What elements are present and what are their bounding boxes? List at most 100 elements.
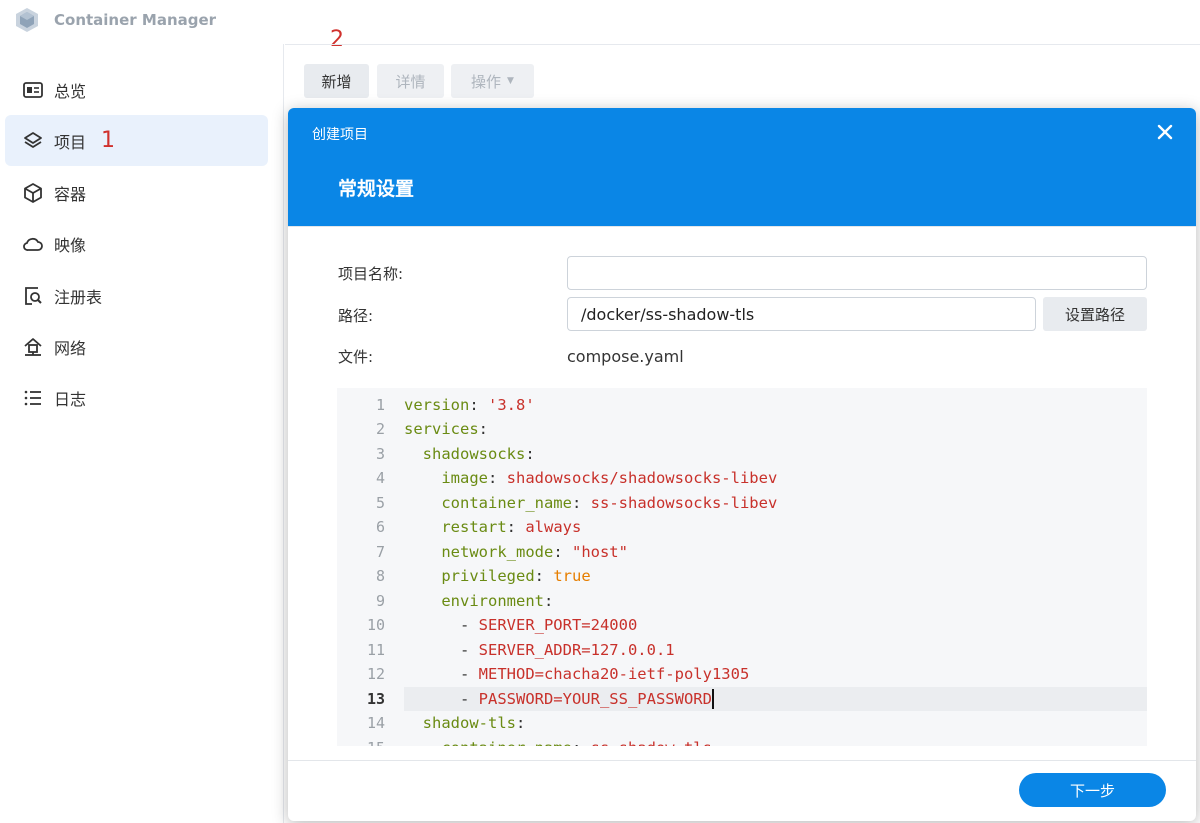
details-button[interactable]: 详情 — [377, 64, 444, 98]
create-project-dialog: 创建项目 常规设置 项目名称: 路径: /docker/ss-shadow-tl… — [288, 108, 1196, 821]
code-line[interactable]: 8 privileged: true — [337, 564, 1147, 589]
code-token: always — [525, 518, 582, 537]
code-token: : — [488, 469, 507, 488]
code-text: shadowsocks: — [404, 442, 1147, 467]
code-line[interactable]: 7 network_mode: "host" — [337, 540, 1147, 565]
sidebar-item-logs[interactable]: 日志 — [5, 372, 268, 423]
line-number: 4 — [375, 469, 385, 488]
line-number: 7 — [375, 542, 385, 561]
code-line[interactable]: 15 container_name: ss-shadow-tls — [337, 736, 1147, 746]
line-number: 11 — [366, 640, 385, 659]
sidebar-item-containers[interactable]: 容器 — [5, 167, 268, 218]
next-button[interactable]: 下一步 — [1019, 773, 1166, 807]
project-name-input[interactable] — [567, 256, 1147, 290]
toolbar-divider — [285, 44, 1200, 45]
actions-dropdown[interactable]: 操作 ▼ — [451, 64, 534, 98]
dialog-title: 创建项目 — [312, 127, 368, 143]
code-text: environment: — [404, 589, 1147, 614]
line-number: 2 — [375, 420, 385, 439]
code-token: privileged — [441, 567, 535, 586]
code-token: restart — [441, 518, 507, 537]
sidebar-item-overview[interactable]: 总览 — [5, 64, 268, 115]
container-manager-logo-icon — [16, 8, 38, 32]
code-token: SERVER_ADDR=127.0.0.1 — [478, 640, 675, 659]
code-text: network_mode: "host" — [404, 540, 1147, 565]
divider — [288, 760, 1196, 761]
project-name-label: 项目名称: — [338, 265, 404, 283]
code-token: - — [404, 665, 479, 684]
sidebar-item-label: 注册表 — [54, 287, 103, 307]
code-token: container_name — [441, 739, 572, 746]
code-line[interactable]: 5 container_name: ss-shadowsocks-libev — [337, 491, 1147, 516]
code-line[interactable]: 10 - SERVER_PORT=24000 — [337, 613, 1147, 638]
sidebar-item-label: 项目 — [54, 132, 87, 152]
sidebar-item-label: 容器 — [54, 184, 87, 204]
path-input[interactable]: /docker/ss-shadow-tls — [567, 297, 1036, 331]
set-path-button[interactable]: 设置路径 — [1043, 297, 1147, 331]
code-editor[interactable]: 15 container_name: ss-shadow-tls14 shado… — [337, 388, 1147, 746]
code-token: - — [404, 689, 479, 708]
code-line[interactable]: 1 version: '3.8' — [337, 393, 1147, 418]
code-line[interactable]: 12 - METHOD=chacha20-ietf-poly1305 — [337, 662, 1147, 687]
actions-label: 操作 — [471, 72, 502, 91]
code-token: : — [572, 739, 591, 746]
close-icon[interactable] — [1154, 121, 1176, 143]
line-number: 3 — [375, 444, 385, 463]
file-label: 文件: — [338, 348, 374, 366]
code-text: shadow-tls: — [404, 711, 1147, 736]
code-line[interactable]: 14 shadow-tls: — [337, 711, 1147, 736]
text-cursor — [711, 688, 714, 709]
code-text: restart: always — [404, 515, 1147, 540]
code-token: container_name — [441, 493, 572, 512]
list-icon — [22, 387, 44, 409]
code-token: image — [441, 469, 488, 488]
sidebar-item-images[interactable]: 映像 — [5, 218, 268, 269]
code-line[interactable]: 13 - PASSWORD=YOUR_SS_PASSWORD — [337, 686, 1147, 711]
code-line[interactable]: 9 environment: — [337, 589, 1147, 614]
line-number: 9 — [375, 591, 385, 610]
code-token: network_mode — [441, 542, 554, 561]
cloud-icon — [22, 233, 44, 255]
code-line[interactable]: 6 restart: always — [337, 515, 1147, 540]
code-token: "host" — [571, 542, 628, 561]
caret-down-icon: ▼ — [507, 76, 514, 86]
sidebar-item-projects[interactable]: 项目 — [5, 115, 268, 166]
code-token: ss-shadowsocks-libev — [590, 493, 778, 512]
sidebar-item-network[interactable]: 网络 — [5, 321, 268, 372]
code-token: shadow-tls — [422, 714, 516, 733]
line-number: 1 — [375, 395, 385, 414]
code-token: ss-shadow-tls — [591, 739, 712, 746]
code-token: environment — [441, 591, 544, 610]
code-text: version: '3.8' — [404, 393, 1147, 418]
code-token: services — [404, 420, 479, 439]
step-annotation-2: 2 — [330, 27, 344, 52]
network-house-icon — [22, 336, 44, 358]
new-button[interactable]: 新增 — [304, 64, 369, 98]
code-text: - SERVER_ADDR=127.0.0.1 — [404, 638, 1147, 663]
sidebar-item-label: 网络 — [54, 338, 87, 358]
app-header: Container Manager — [0, 0, 1200, 40]
code-line[interactable]: 4 image: shadowsocks/shadowsocks-libev — [337, 466, 1147, 491]
code-token: : — [478, 420, 488, 439]
code-line[interactable]: 3 shadowsocks: — [337, 442, 1147, 467]
code-text: privileged: true — [404, 564, 1147, 589]
code-token: SERVER_PORT=24000 — [478, 616, 638, 635]
code-token: : — [516, 714, 526, 733]
file-name: compose.yaml — [567, 347, 684, 366]
code-line[interactable]: 2 services: — [337, 417, 1147, 442]
sidebar-item-registry[interactable]: 注册表 — [5, 270, 268, 321]
line-number: 10 — [366, 616, 385, 635]
code-token: '3.8' — [488, 395, 535, 414]
line-number: 13 — [366, 689, 385, 708]
code-text: - SERVER_PORT=24000 — [404, 613, 1147, 638]
code-text: - PASSWORD=YOUR_SS_PASSWORD — [404, 686, 1147, 711]
sidebar-item-label: 日志 — [54, 389, 87, 409]
code-line[interactable]: 11 - SERVER_ADDR=127.0.0.1 — [337, 638, 1147, 663]
code-text: container_name: ss-shadow-tls — [404, 736, 1147, 746]
